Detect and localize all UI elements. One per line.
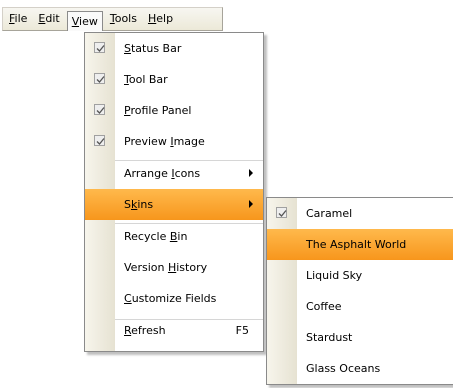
checkbox-checked-icon [94, 135, 105, 146]
menu-item-label-rest: ustomize Fields [131, 292, 217, 305]
menu-item-recycle-bin[interactable]: Recycle Bin [85, 221, 263, 252]
skin-item-coffee[interactable]: Coffee [267, 291, 453, 322]
menu-item-label: Recycle [124, 230, 170, 243]
checkbox-checked-icon [94, 42, 105, 53]
menu-view-mnemonic: V [71, 14, 80, 28]
menu-item-label: Liquid Sky [306, 269, 363, 282]
menu-view[interactable]: View [66, 10, 103, 31]
menu-item-tool-bar[interactable]: Tool Bar [85, 64, 263, 95]
menu-item-arrange-icons[interactable]: Arrange Icons [85, 158, 263, 189]
menu-tools-text-rest: ools [114, 12, 137, 25]
menu-item-profile-panel[interactable]: Profile Panel [85, 95, 263, 126]
menu-edit-text-rest: dit [45, 12, 60, 25]
menu-tools[interactable]: Tools [106, 10, 141, 28]
menu-file-text-rest: ile [14, 12, 28, 25]
submenu-arrow-icon [249, 200, 253, 208]
skin-item-the-asphalt-world[interactable]: The Asphalt World [267, 229, 453, 260]
menu-file[interactable]: File [5, 10, 31, 28]
menu-item-label: The Asphalt World [306, 238, 407, 251]
menu-edit[interactable]: Edit [34, 10, 63, 28]
menu-item-label: Arrange [124, 167, 172, 180]
menu-item-label-rest: tatus Bar [130, 42, 182, 55]
menu-item-label: Caramel [306, 207, 353, 220]
menu-help[interactable]: Help [144, 10, 177, 28]
menu-item-label: Preview [124, 135, 171, 148]
menu-item-label-rest: in [177, 230, 188, 243]
skin-item-liquid-sky[interactable]: Liquid Sky [267, 260, 453, 291]
menu-item-label-rest: ins [137, 198, 154, 211]
skin-item-stardust[interactable]: Stardust [267, 322, 453, 353]
menu-item-mnemonic: C [124, 292, 132, 305]
menu-view-text-rest: iew [79, 14, 98, 28]
menu-item-label: Glass Oceans [306, 362, 381, 375]
menu-item-mnemonic: S [124, 42, 131, 55]
menu-item-skins[interactable]: Skins [85, 189, 263, 220]
skins-submenu: Caramel The Asphalt World Liquid Sky Cof… [266, 197, 453, 385]
menu-bar: File Edit View Tools Help [2, 7, 223, 31]
menu-item-label-rest: efresh [131, 324, 166, 337]
menu-item-refresh[interactable]: Refresh F5 [85, 315, 263, 346]
menu-item-label: Version [124, 261, 168, 274]
menu-item-mnemonic: H [167, 261, 177, 274]
menu-item-preview-image[interactable]: Preview Image [85, 126, 263, 157]
checkbox-checked-icon [276, 207, 287, 218]
menu-item-label-rest: cons [174, 167, 201, 180]
menu-item-label-rest: ool Bar [128, 73, 168, 86]
menu-item-label: Stardust [306, 331, 353, 344]
menu-item-label-rest: mage [173, 135, 205, 148]
menu-item-label: S [124, 198, 131, 211]
skin-item-glass-oceans[interactable]: Glass Oceans [267, 353, 453, 384]
submenu-arrow-icon [249, 169, 253, 177]
menu-item-label-rest: rofile Panel [130, 104, 192, 117]
menu-item-status-bar[interactable]: Status Bar [85, 33, 263, 64]
menu-item-version-history[interactable]: Version History [85, 252, 263, 283]
view-menu: Status Bar Tool Bar Profile Panel Previe… [84, 32, 264, 352]
menu-help-text-rest: elp [156, 12, 174, 25]
menu-item-shortcut: F5 [235, 324, 249, 337]
checkbox-checked-icon [94, 73, 105, 84]
menu-item-customize-fields[interactable]: Customize Fields [85, 283, 263, 314]
menu-item-label: Coffee [306, 300, 342, 313]
menu-help-mnemonic: H [147, 12, 157, 25]
checkbox-checked-icon [94, 104, 105, 115]
skin-item-caramel[interactable]: Caramel [267, 198, 453, 229]
menu-item-label-rest: istory [176, 261, 208, 274]
